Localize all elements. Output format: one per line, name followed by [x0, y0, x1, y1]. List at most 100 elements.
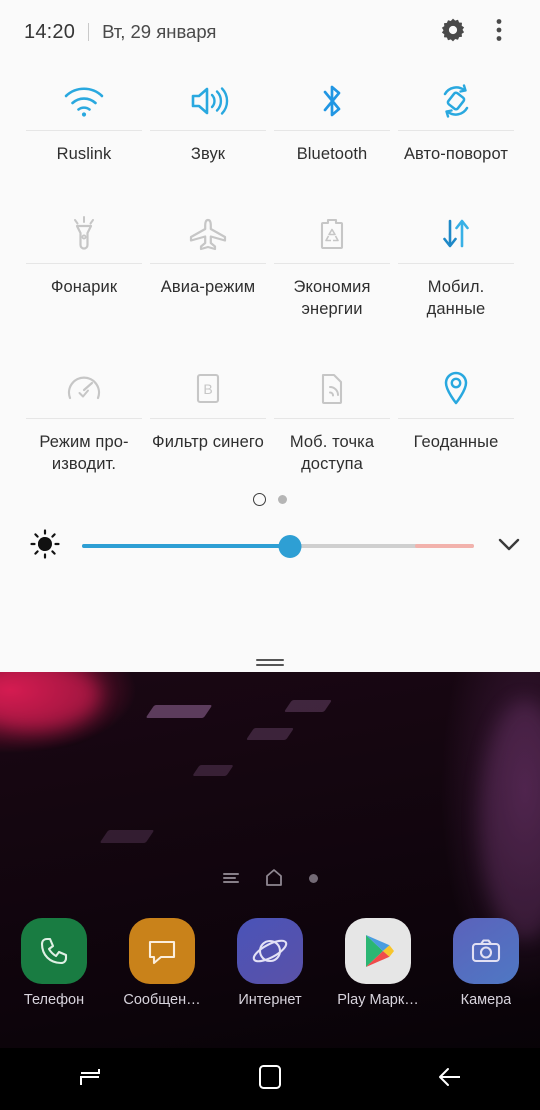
- wallpaper-streak: [245, 728, 295, 740]
- dock-app-internet[interactable]: Интернет: [216, 918, 324, 1018]
- wifi-icon: [62, 72, 106, 130]
- sound-icon: [187, 72, 229, 130]
- wallpaper-streak: [192, 765, 234, 776]
- recents-icon: [77, 1064, 103, 1095]
- back-arrow-icon: [436, 1064, 464, 1095]
- tile-battery-saver[interactable]: Экономия энергии: [270, 205, 394, 320]
- clock: 14:20: [24, 20, 76, 43]
- chevron-down-icon[interactable]: [494, 534, 524, 559]
- recents-button[interactable]: [0, 1064, 180, 1095]
- header-divider: [88, 23, 90, 41]
- tile-label: Режим про-изводит.: [39, 433, 129, 473]
- clock-date-group: 14:20 Вт, 29 января: [24, 21, 430, 44]
- flashlight-icon: [69, 205, 99, 263]
- dock-label: Play Марк…: [337, 992, 419, 1008]
- dock-app-messages[interactable]: Сообщен…: [108, 918, 216, 1018]
- wallpaper-streak: [145, 705, 213, 718]
- tile-label: Авто-поворот: [403, 145, 509, 163]
- row-spacer: [22, 320, 518, 360]
- tile-separator: [150, 130, 266, 131]
- brightness-icon: [30, 528, 60, 564]
- tile-sound[interactable]: Звук: [146, 72, 270, 165]
- tile-separator: [26, 130, 142, 131]
- tile-separator: [26, 263, 142, 264]
- tile-separator: [274, 418, 390, 419]
- date-label: Вт, 29 января: [102, 21, 217, 42]
- tile-separator: [398, 130, 514, 131]
- tile-separator: [150, 418, 266, 419]
- tile-separator: [26, 418, 142, 419]
- tile-label: Мобил. данные: [426, 278, 486, 318]
- tile-label: Экономия энергии: [293, 278, 371, 318]
- tile-separator: [398, 263, 514, 264]
- app-page-dot[interactable]: [308, 871, 319, 889]
- battery-saver-icon: [317, 205, 347, 263]
- dock-app-play-store[interactable]: Play Марк…: [324, 918, 432, 1018]
- dock-app-camera[interactable]: Камера: [432, 918, 540, 1018]
- back-button[interactable]: [360, 1064, 540, 1095]
- home-page-indicators: [0, 868, 540, 892]
- airplane-icon: [187, 205, 229, 263]
- page-dot-inactive[interactable]: [278, 495, 287, 504]
- tile-label: Звук: [190, 145, 226, 163]
- dock-app-phone[interactable]: Телефон: [0, 918, 108, 1018]
- bixby-page-icon[interactable]: [222, 871, 240, 890]
- camera-icon: [453, 918, 519, 984]
- dock-label: Телефон: [23, 992, 85, 1008]
- navigation-bar: [0, 1048, 540, 1110]
- handle-line: [256, 659, 284, 661]
- svg-text:B: B: [203, 381, 212, 397]
- tile-row: Режим про-изводит. B Фильтр синего Моб. …: [22, 360, 518, 475]
- tile-auto-rotate[interactable]: Авто-поворот: [394, 72, 518, 165]
- wallpaper-glow: [480, 700, 540, 940]
- tile-label: Моб. точка доступа: [289, 433, 375, 473]
- tile-separator: [150, 263, 266, 264]
- auto-rotate-icon: [437, 72, 475, 130]
- dock-label: Интернет: [238, 992, 302, 1008]
- settings-button[interactable]: [430, 9, 476, 55]
- tile-label: Фонарик: [50, 278, 118, 296]
- quick-settings-tiles: Ruslink Звук Bluetooth Авто-поворот Фона…: [0, 64, 540, 475]
- tile-performance-mode[interactable]: Режим про-изводит.: [22, 360, 146, 475]
- tile-label: Авиа-режим: [160, 278, 256, 296]
- overflow-menu-button[interactable]: [476, 9, 522, 55]
- phone-icon: [21, 918, 87, 984]
- location-pin-icon: [441, 360, 471, 418]
- tile-row: Ruslink Звук Bluetooth Авто-поворот: [22, 72, 518, 165]
- tile-label: Bluetooth: [296, 145, 368, 163]
- tile-label: Фильтр синего: [152, 433, 264, 451]
- bluetooth-icon: [317, 72, 347, 130]
- quick-settings-panel: 14:20 Вт, 29 января Ruslink Звук Bluetoo…: [0, 0, 540, 672]
- home-button[interactable]: [180, 1063, 360, 1096]
- handle-line: [256, 664, 284, 666]
- tile-bluetooth[interactable]: Bluetooth: [270, 72, 394, 165]
- tile-label: Ruslink: [56, 145, 112, 163]
- tile-location[interactable]: Геоданные: [394, 360, 518, 475]
- performance-icon: [64, 360, 104, 418]
- tile-separator: [274, 263, 390, 264]
- tile-mobile-data[interactable]: Мобил. данные: [394, 205, 518, 320]
- slider-track-warm: [415, 544, 474, 548]
- tile-blue-light-filter[interactable]: B Фильтр синего: [146, 360, 270, 475]
- tile-row: Фонарик Авиа-режим Экономия энергии Моби…: [22, 205, 518, 320]
- wallpaper-streak: [283, 700, 333, 712]
- home-page-icon[interactable]: [264, 868, 284, 892]
- tile-wifi[interactable]: Ruslink: [22, 72, 146, 165]
- drag-handle[interactable]: [256, 656, 284, 666]
- brightness-slider[interactable]: [82, 533, 474, 559]
- tile-separator: [398, 418, 514, 419]
- hotspot-icon: [316, 360, 348, 418]
- slider-thumb[interactable]: [278, 534, 302, 558]
- brightness-row: [0, 518, 540, 574]
- internet-icon: [237, 918, 303, 984]
- tile-hotspot[interactable]: Моб. точка доступа: [270, 360, 394, 475]
- dock-label: Камера: [460, 992, 512, 1008]
- app-dock: Телефон Сообщен… Интернет Play Марк… Кам…: [0, 918, 540, 1018]
- play-store-icon: [345, 918, 411, 984]
- tile-label: Геоданные: [413, 433, 499, 451]
- gear-icon: [440, 17, 466, 48]
- tile-flashlight[interactable]: Фонарик: [22, 205, 146, 320]
- page-dot-active[interactable]: [253, 493, 266, 506]
- blue-light-filter-icon: B: [193, 360, 223, 418]
- tile-airplane-mode[interactable]: Авиа-режим: [146, 205, 270, 320]
